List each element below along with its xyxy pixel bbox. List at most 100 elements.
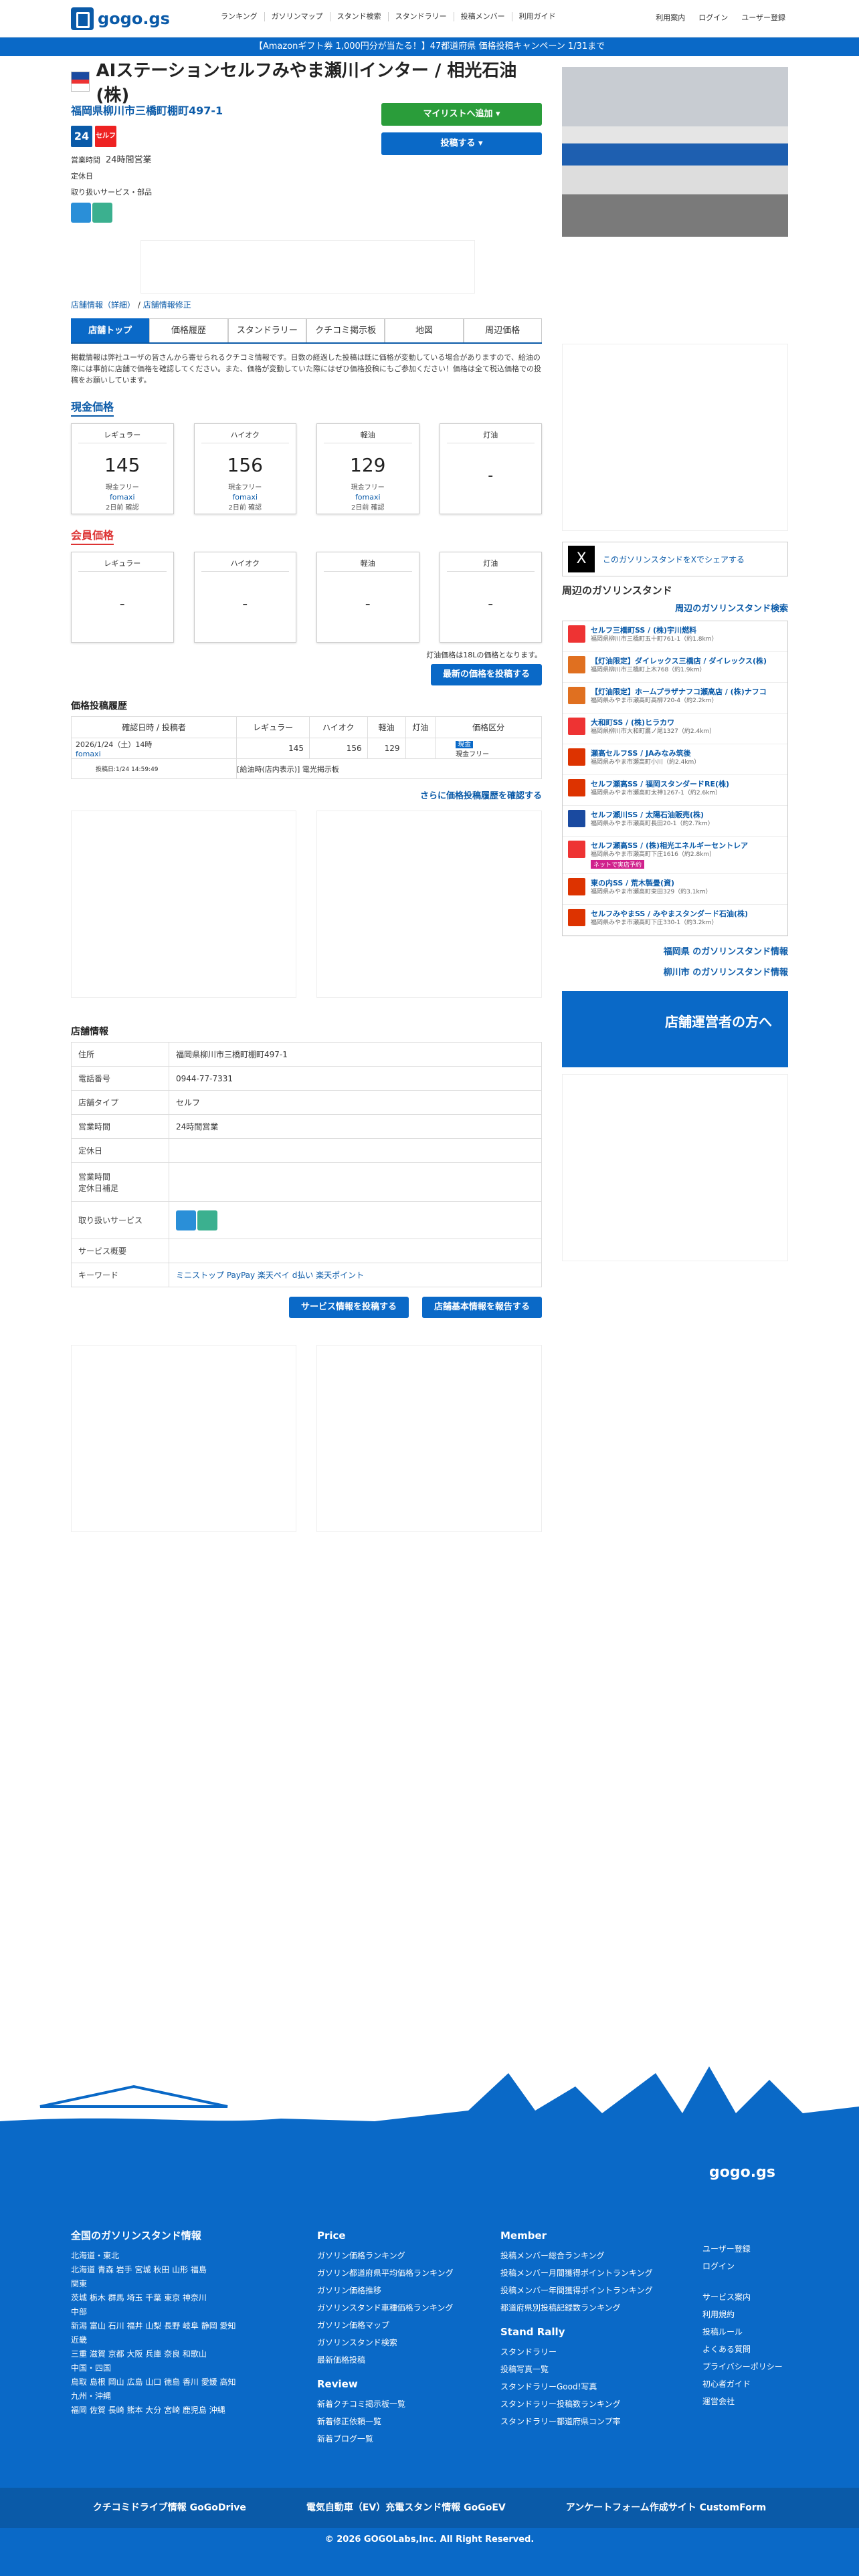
tab-map[interactable]: 地図 bbox=[385, 318, 464, 342]
ad-slot[interactable] bbox=[71, 811, 296, 998]
tab-history[interactable]: 価格履歴 bbox=[149, 318, 228, 342]
footer-link[interactable]: スタンドラリー投稿数ランキング bbox=[500, 2395, 653, 2413]
ad-slot[interactable] bbox=[71, 1345, 296, 1532]
nav-members[interactable]: 投稿メンバー bbox=[454, 12, 512, 21]
share-x-button[interactable]: X このガソリンスタンドをXでシェアする bbox=[562, 542, 788, 576]
footer-link[interactable]: 投稿メンバー年間獲得ポイントランキング bbox=[500, 2282, 653, 2299]
info-key: 店舗タイプ bbox=[71, 1090, 169, 1115]
footer-link[interactable]: 都道府県別投稿記録数ランキング bbox=[500, 2299, 653, 2317]
table-row: 営業時間 24時間営業 bbox=[71, 1114, 542, 1139]
more-history-link[interactable]: さらに価格投稿履歴を確認する bbox=[71, 788, 542, 801]
footer-link[interactable]: プライバシーポリシー bbox=[702, 2358, 783, 2375]
nav-register[interactable]: ユーザー登録 bbox=[741, 12, 785, 23]
breadcrumb-edit[interactable]: 店舗情報修正 bbox=[143, 300, 191, 310]
owner-banner[interactable]: 店舗運営者の方へ bbox=[562, 991, 788, 1067]
tab-nearby[interactable]: 周辺価格 bbox=[463, 318, 542, 342]
footer-link[interactable]: ログイン bbox=[702, 2258, 783, 2275]
list-item[interactable]: 東の内SS / 荒木製畳(資) 福岡県みやま市瀬高町東田329（約3.1km） bbox=[563, 874, 787, 905]
tab-rally[interactable]: スタンドラリー bbox=[227, 318, 306, 342]
nav-map[interactable]: ガソリンマップ bbox=[265, 12, 330, 21]
history-diesel: 129 bbox=[367, 738, 406, 759]
campaign-banner[interactable]: 【Amazonギフト券 1,000円分が当たる！】47都道府県 価格投稿キャンペ… bbox=[0, 37, 859, 56]
region-links[interactable]: 北海道 青森 岩手 宮城 秋田 山形 福島 bbox=[71, 2264, 292, 2275]
list-item[interactable]: セルフ三橋町SS / (株)宇川燃料 福岡県柳川市三橋町五十町761-1（約1.8… bbox=[563, 621, 787, 652]
list-item[interactable]: セルフみやまSS / みやまスタンダード石油(株) 福岡県みやま市瀬高町下庄330… bbox=[563, 905, 787, 936]
tab-board[interactable]: クチコミ掲示板 bbox=[306, 318, 385, 342]
nav-guide[interactable]: 利用ガイド bbox=[512, 12, 563, 21]
ad-slot[interactable] bbox=[562, 344, 788, 531]
footer-link[interactable]: ガソリン都道府県平均価格ランキング bbox=[317, 2264, 454, 2282]
region-links[interactable]: 鳥取 島根 岡山 広島 山口 徳島 香川 愛媛 高知 bbox=[71, 2377, 292, 2387]
info-value: 福岡県柳川市三橋町棚町497-1 bbox=[169, 1042, 542, 1067]
footer-link[interactable]: 運営会社 bbox=[702, 2393, 783, 2410]
nav-ranking[interactable]: ランキング bbox=[214, 12, 265, 21]
ad-slot[interactable] bbox=[140, 240, 475, 294]
footer-link[interactable]: サービス案内 bbox=[702, 2288, 783, 2306]
nav-rally[interactable]: スタンドラリー bbox=[389, 12, 454, 21]
nav-login[interactable]: ログイン bbox=[698, 12, 728, 23]
post-button[interactable]: 投稿する ▾ bbox=[381, 132, 542, 155]
price-poster[interactable]: fomaxi bbox=[72, 493, 173, 502]
list-item[interactable]: セルフ瀬高SS / 福岡スタンダードRE(株) 福岡県みやま市瀬高町太神1267-… bbox=[563, 775, 787, 806]
nav-info[interactable]: 利用案内 bbox=[656, 12, 685, 23]
footer-link[interactable]: 新着ブログ一覧 bbox=[317, 2430, 454, 2448]
footer-link[interactable]: ガソリン価格推移 bbox=[317, 2282, 454, 2299]
gogodrive-link[interactable]: クチコミドライブ情報 GoGoDrive bbox=[93, 2488, 246, 2528]
list-item[interactable]: 大和町SS / (株)ヒラカワ 福岡県柳川市大和町鷹ノ尾1327（約2.4km） bbox=[563, 714, 787, 744]
price-value: - bbox=[488, 467, 494, 484]
nearby-search-link[interactable]: 周辺のガソリンスタンド検索 bbox=[562, 601, 788, 614]
tab-top[interactable]: 店舗トップ bbox=[71, 318, 150, 342]
footer-link[interactable]: 利用規約 bbox=[702, 2306, 783, 2323]
price-poster[interactable]: fomaxi bbox=[317, 493, 419, 502]
footer-link[interactable]: スタンドラリーGood!写真 bbox=[500, 2378, 653, 2395]
ad-slot[interactable] bbox=[316, 1345, 542, 1532]
col-date: 確認日時 / 投稿者 bbox=[70, 716, 237, 738]
list-item[interactable]: 瀬高セルフSS / JAみなみ筑後 福岡県みやま市瀬高町小川（約2.4km） bbox=[563, 744, 787, 775]
region-links[interactable]: 新潟 富山 石川 福井 山梨 長野 岐阜 静岡 愛知 bbox=[71, 2321, 292, 2331]
nav-search[interactable]: スタンド検索 bbox=[330, 12, 389, 21]
region-links[interactable]: 茨城 栃木 群馬 埼玉 千葉 東京 神奈川 bbox=[71, 2292, 292, 2303]
footer-link[interactable]: 投稿メンバー月間獲得ポイントランキング bbox=[500, 2264, 653, 2282]
footer-link[interactable]: 投稿ルール bbox=[702, 2323, 783, 2341]
footer-link[interactable]: ガソリンスタンド検索 bbox=[317, 2334, 454, 2351]
ad-slot[interactable] bbox=[316, 811, 542, 998]
footer-link[interactable]: 新着クチコミ掲示板一覧 bbox=[317, 2395, 454, 2413]
footer-link[interactable]: よくある質問 bbox=[702, 2341, 783, 2358]
footer-link[interactable]: 最新価格投稿 bbox=[317, 2351, 454, 2369]
footer-link[interactable]: ガソリンスタンド車種価格ランキング bbox=[317, 2299, 454, 2317]
region-links[interactable]: 三重 滋賀 京都 大阪 兵庫 奈良 和歌山 bbox=[71, 2349, 292, 2359]
add-mylist-button[interactable]: マイリストへ追加 ▾ bbox=[381, 103, 542, 126]
price-poster[interactable]: fomaxi bbox=[195, 493, 296, 502]
list-item[interactable]: 【灯油限定】ホームプラザナフコ瀬高店 / (株)ナフコ 福岡県みやま市瀬高町高柳7… bbox=[563, 683, 787, 714]
breadcrumb-detail[interactable]: 店舗情報（詳細） bbox=[71, 300, 135, 310]
post-service-button[interactable]: サービス情報を投稿する bbox=[288, 1297, 409, 1318]
pref-link[interactable]: 福岡県 のガソリンスタンド情報 bbox=[562, 944, 788, 957]
list-item[interactable]: セルフ瀬川SS / 太陽石油販売(株) 福岡県みやま市瀬高町長田20-1（約2.7… bbox=[563, 806, 787, 837]
footer-link[interactable]: ガソリン価格ランキング bbox=[317, 2247, 454, 2264]
customform-link[interactable]: アンケートフォーム作成サイト CustomForm bbox=[566, 2488, 766, 2528]
footer-link[interactable]: 新着修正依頼一覧 bbox=[317, 2413, 454, 2430]
footer-link[interactable]: 投稿写真一覧 bbox=[500, 2361, 653, 2378]
footer-link[interactable]: スタンドラリー bbox=[500, 2343, 653, 2361]
footer-link[interactable]: 投稿メンバー総合ランキング bbox=[500, 2247, 653, 2264]
region-links[interactable]: 福岡 佐賀 長崎 熊本 大分 宮崎 鹿児島 沖縄 bbox=[71, 2405, 292, 2416]
col-premium: ハイオク bbox=[309, 716, 368, 738]
history-poster[interactable]: fomaxi bbox=[76, 750, 231, 758]
site-logo[interactable]: gogo.gs bbox=[71, 7, 170, 31]
ad-slot[interactable] bbox=[562, 1074, 788, 1261]
footer-link[interactable]: 初心者ガイド bbox=[702, 2375, 783, 2393]
list-item[interactable]: セルフ瀬高SS / (株)相光エネルギーセントレア 福岡県みやま市瀬高町下庄161… bbox=[563, 837, 787, 874]
price-when: 2日前 確認 bbox=[228, 504, 262, 512]
report-basic-button[interactable]: 店舗基本情報を報告する bbox=[421, 1297, 542, 1318]
gogoev-link[interactable]: 電気自動車（EV）充電スタンド情報 GoGoEV bbox=[306, 2488, 506, 2528]
city-link[interactable]: 柳川市 のガソリンスタンド情報 bbox=[562, 965, 788, 978]
footer-link[interactable]: スタンドラリー都道府県コンプ率 bbox=[500, 2413, 653, 2430]
table-row: 取り扱いサービス bbox=[71, 1201, 542, 1239]
post-latest-price-button[interactable]: 最新の価格を投稿する bbox=[430, 664, 542, 685]
list-item[interactable]: 【灯油限定】ダイレックス三橋店 / ダイレックス(株) 福岡県柳川市三橋町上木76… bbox=[563, 652, 787, 683]
footer-logo[interactable]: gogo.gs bbox=[709, 2164, 775, 2181]
footer-link[interactable]: ガソリン価格マップ bbox=[317, 2317, 454, 2334]
keyword-links[interactable]: ミニストップ PayPay 楽天ペイ d払い 楽天ポイント bbox=[169, 1263, 542, 1287]
table-row: 店舗タイプ セルフ bbox=[71, 1090, 542, 1115]
footer-link[interactable]: ユーザー登録 bbox=[702, 2240, 783, 2258]
